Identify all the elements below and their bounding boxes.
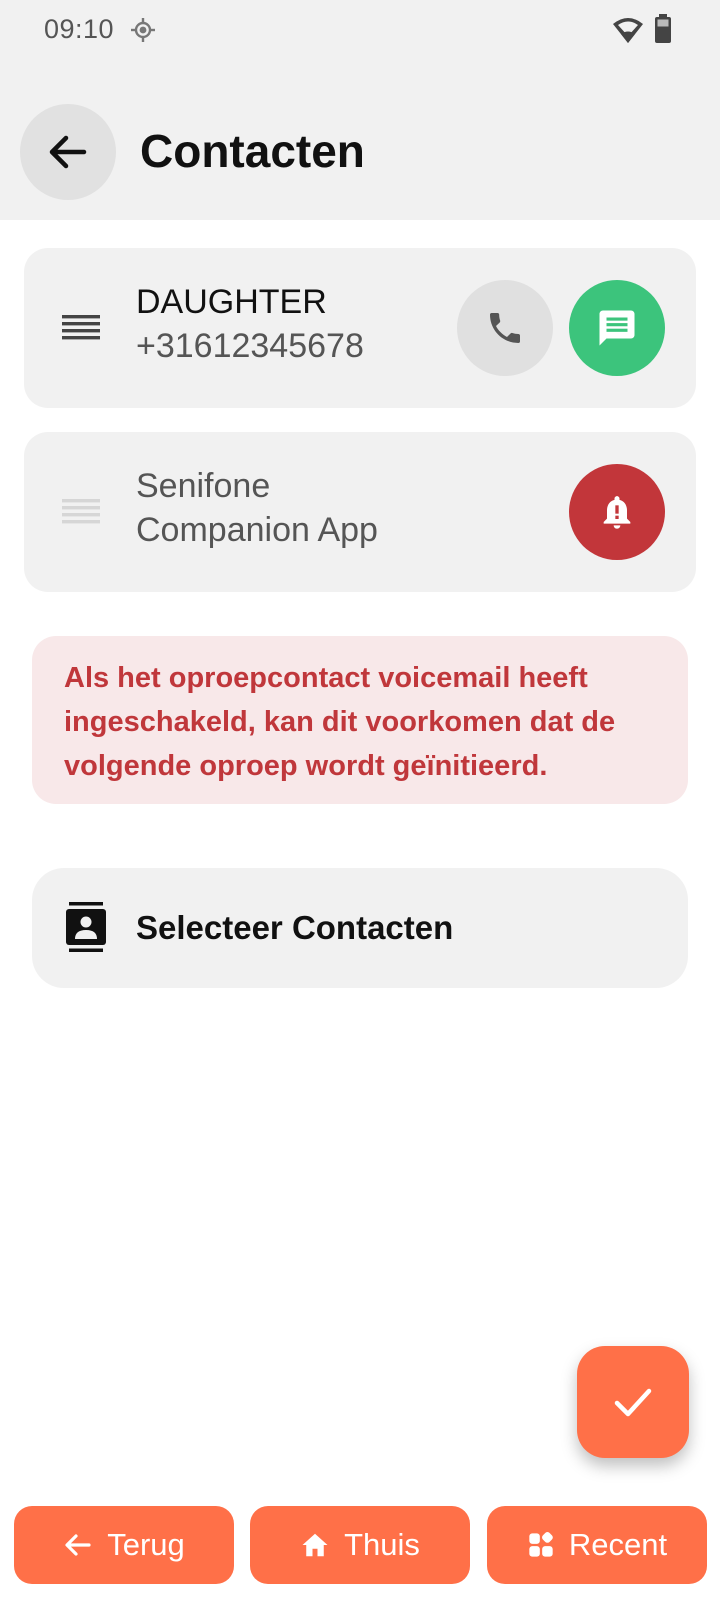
status-time: 09:10: [44, 14, 115, 44]
nav-home-label: Thuis: [344, 1527, 420, 1562]
contact-info: DAUGHTER +31612345678: [136, 280, 364, 368]
nav-recent-button[interactable]: Recent: [487, 1506, 707, 1584]
nav-back-label: Terug: [107, 1527, 185, 1562]
message-icon: [599, 310, 635, 346]
voicemail-warning: Als het oproepcontact voicemail heeft in…: [32, 636, 688, 804]
location-icon: [131, 18, 155, 42]
nav-back-button[interactable]: Terug: [14, 1506, 234, 1584]
message-button[interactable]: [569, 280, 665, 376]
page-title: Contacten: [140, 125, 365, 177]
select-contacts-button[interactable]: Selecteer Contacten: [32, 868, 688, 988]
contact-card-companion-app[interactable]: Senifone Companion App: [24, 432, 696, 592]
contact-name: DAUGHTER: [136, 283, 327, 321]
alarm-button[interactable]: [569, 464, 665, 560]
apps-grid-icon: [529, 1532, 553, 1557]
alarm-bell-icon: [603, 496, 631, 529]
arrow-left-icon: [65, 1534, 91, 1556]
contact-info: Senifone Companion App: [136, 464, 378, 552]
contact-number: +31612345678: [136, 327, 364, 365]
drag-handle-icon: [62, 499, 100, 524]
contact-name-line1: Senifone: [136, 467, 271, 505]
app-header: 09:10 Contacten: [0, 0, 720, 220]
drag-handle-icon[interactable]: [62, 311, 100, 345]
home-icon: [302, 1533, 328, 1557]
phone-icon: [490, 313, 520, 343]
confirm-button[interactable]: [577, 1346, 689, 1458]
back-button[interactable]: [20, 104, 116, 200]
wifi-icon: [613, 18, 643, 43]
battery-icon: [655, 14, 671, 43]
contacts-book-icon: [66, 902, 106, 952]
nav-home-button[interactable]: Thuis: [250, 1506, 470, 1584]
contact-name-line2: Companion App: [136, 511, 378, 549]
arrow-left-icon: [49, 135, 87, 169]
check-icon: [614, 1388, 652, 1417]
contact-card-daughter[interactable]: DAUGHTER +31612345678: [24, 248, 696, 408]
nav-recent-label: Recent: [568, 1527, 668, 1562]
call-button[interactable]: [457, 280, 553, 376]
select-contacts-label: Selecteer Contacten: [136, 909, 454, 946]
